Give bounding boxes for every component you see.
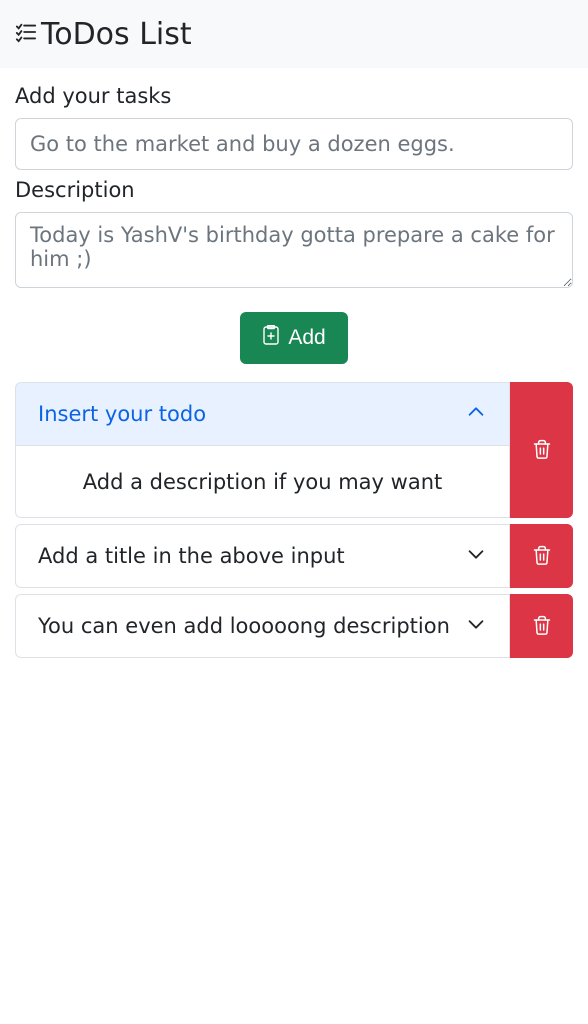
todo-description: Add a description if you may want [83,470,443,494]
task-input[interactable] [15,118,573,170]
add-button-label: Add [288,326,325,350]
delete-button[interactable] [510,382,573,518]
accordion-header[interactable]: You can even add looooong description [15,594,510,658]
trash-icon [532,438,552,463]
todo-item: You can even add looooong description [15,594,573,658]
todo-item: Insert your todo Add a description if yo… [15,382,573,518]
accordion-header[interactable]: Insert your todo [15,382,510,446]
trash-icon [532,544,552,569]
description-label: Description [15,178,573,202]
delete-button[interactable] [510,524,573,588]
todo-accordion: Add a title in the above input [15,524,510,588]
delete-button[interactable] [510,594,573,658]
add-button[interactable]: Add [240,312,347,364]
chevron-down-icon [465,613,487,640]
chevron-up-icon [465,401,487,428]
add-row: Add [15,312,573,364]
todo-title: You can even add looooong description [38,614,450,638]
app-header: ToDos List [0,0,588,68]
list-check-icon [15,21,37,47]
todo-accordion: You can even add looooong description [15,594,510,658]
todo-item: Add a title in the above input [15,524,573,588]
accordion-header[interactable]: Add a title in the above input [15,524,510,588]
main-container: Add your tasks Description Add Insert yo… [0,68,588,658]
task-label: Add your tasks [15,84,573,108]
app-title: ToDos List [41,17,192,52]
trash-icon [532,614,552,639]
todo-title: Insert your todo [38,402,206,426]
chevron-down-icon [465,543,487,570]
description-input[interactable] [15,212,573,288]
accordion-body: Add a description if you may want [15,446,510,518]
todo-accordion: Insert your todo Add a description if yo… [15,382,510,518]
todo-title: Add a title in the above input [38,544,345,568]
clipboard-plus-icon [262,325,280,351]
